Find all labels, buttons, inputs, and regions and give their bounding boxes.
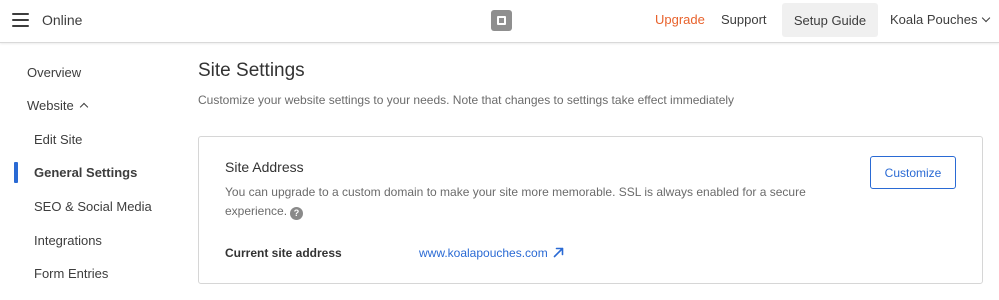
page-description: Customize your website settings to your … (198, 93, 735, 107)
sidebar-item-seo-social-media[interactable]: SEO & Social Media (34, 199, 152, 214)
customize-button[interactable]: Customize (870, 156, 956, 189)
sidebar-item-integrations[interactable]: Integrations (34, 233, 102, 248)
chevron-down-icon (982, 13, 991, 23)
current-address-value: www.koalapouches.com (419, 246, 548, 260)
sidebar-item-form-entries[interactable]: Form Entries (34, 266, 108, 281)
current-address-label: Current site address (225, 246, 342, 260)
chevron-up-icon (79, 102, 88, 112)
page-title: Site Settings (198, 60, 305, 81)
square-logo[interactable] (491, 10, 512, 31)
sidebar-item-general-settings[interactable]: General Settings (34, 165, 137, 180)
sidebar-item-label: Website (27, 98, 74, 113)
sidebar-item-edit-site[interactable]: Edit Site (34, 132, 82, 147)
arrow-up-right-icon (553, 247, 564, 258)
card-description-text: You can upgrade to a custom domain to ma… (225, 185, 806, 218)
card-title: Site Address (225, 159, 304, 175)
support-link[interactable]: Support (721, 12, 767, 27)
site-address-card: Site Address You can upgrade to a custom… (198, 136, 983, 284)
upgrade-link[interactable]: Upgrade (655, 12, 705, 27)
setup-guide-label: Setup Guide (793, 12, 867, 28)
sidebar: Overview Website Edit Site General Setti… (0, 44, 175, 300)
active-indicator (14, 162, 18, 183)
app-title: Online (42, 12, 83, 28)
question-circle-icon[interactable]: ? (290, 207, 304, 220)
sidebar-item-overview[interactable]: Overview (27, 65, 81, 80)
top-bar: Online Upgrade Support Setup Guide Koala… (0, 0, 999, 43)
card-description: You can upgrade to a custom domain to ma… (225, 183, 825, 221)
hamburger-icon[interactable] (12, 13, 29, 27)
account-menu[interactable]: Koala Pouches (890, 12, 991, 27)
sidebar-item-website[interactable]: Website (27, 98, 88, 113)
account-name: Koala Pouches (890, 12, 978, 27)
current-address-link[interactable]: www.koalapouches.com (419, 246, 564, 260)
setup-guide-button[interactable]: Setup Guide (782, 3, 878, 37)
